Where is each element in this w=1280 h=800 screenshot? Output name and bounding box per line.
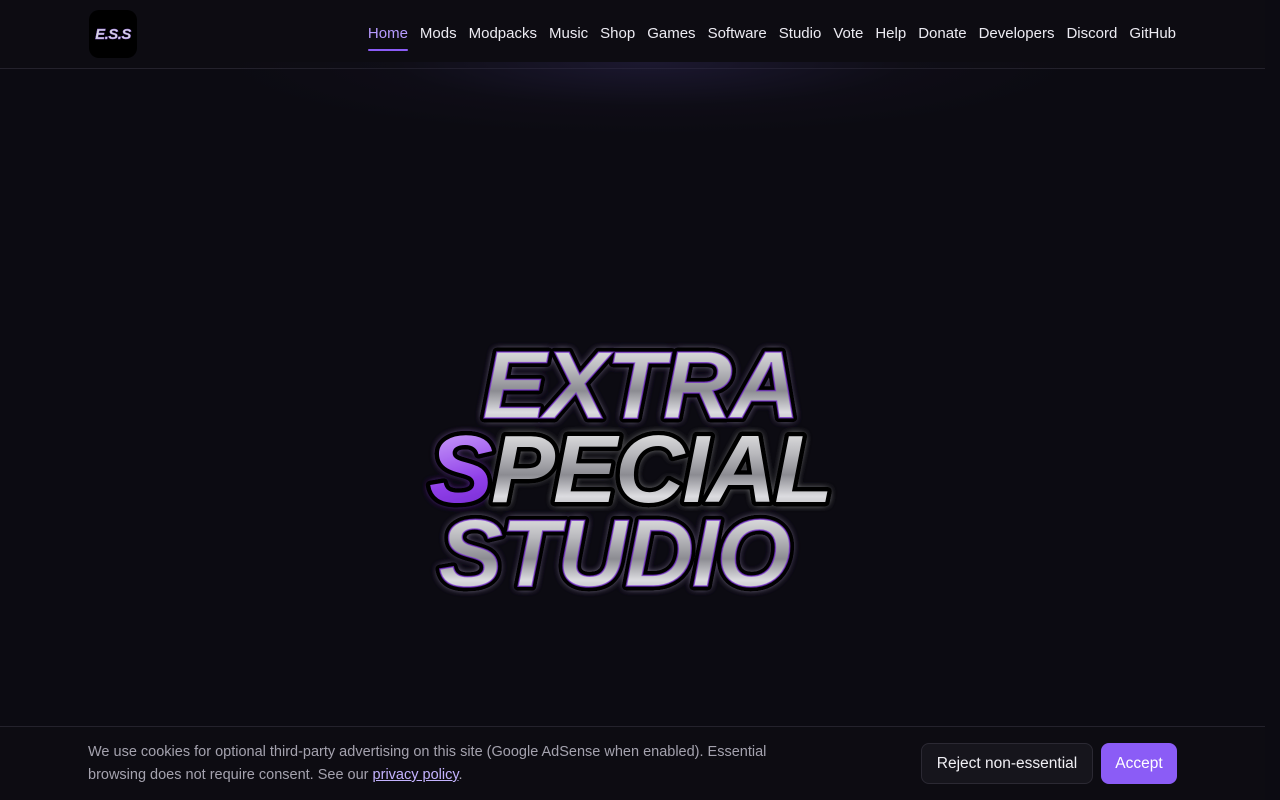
- cookie-banner-text: We use cookies for optional third-party …: [88, 741, 788, 787]
- site-header: E.S.S Home Mods Modpacks Music Shop Game…: [0, 0, 1265, 69]
- hero-line-3-outline: STUDIO: [439, 500, 791, 600]
- nav-item-help[interactable]: Help: [875, 20, 906, 48]
- main-nav: Home Mods Modpacks Music Shop Games Soft…: [367, 0, 1176, 68]
- nav-item-studio[interactable]: Studio: [779, 20, 822, 48]
- cookie-banner: We use cookies for optional third-party …: [0, 726, 1265, 800]
- hero-logo-graphic: EXTRA EXTRA SPECIAL STUDIO STUDIO: [424, 330, 837, 600]
- nav-item-software[interactable]: Software: [708, 20, 767, 48]
- nav-item-shop[interactable]: Shop: [600, 20, 635, 48]
- nav-item-home[interactable]: Home: [367, 20, 408, 51]
- nav-item-modpacks[interactable]: Modpacks: [469, 20, 537, 48]
- nav-item-mods[interactable]: Mods: [420, 20, 457, 48]
- cookie-banner-period: .: [458, 767, 463, 783]
- hero-logo: EXTRA EXTRA SPECIAL STUDIO STUDIO: [300, 330, 965, 600]
- nav-item-developers[interactable]: Developers: [979, 20, 1055, 48]
- reject-non-essential-button[interactable]: Reject non-essential: [921, 743, 1093, 784]
- header-glow: [240, 62, 1060, 132]
- site-logo-text: E.S.S: [95, 25, 132, 43]
- page: E.S.S Home Mods Modpacks Music Shop Game…: [0, 0, 1280, 800]
- nav-item-discord[interactable]: Discord: [1066, 20, 1117, 48]
- nav-item-music[interactable]: Music: [549, 20, 588, 48]
- privacy-policy-link[interactable]: privacy policy: [373, 767, 459, 783]
- nav-item-vote[interactable]: Vote: [833, 20, 863, 48]
- nav-item-games[interactable]: Games: [647, 20, 695, 48]
- accept-cookies-button[interactable]: Accept: [1101, 743, 1177, 784]
- page-scrollbar[interactable]: [1265, 0, 1280, 800]
- site-logo-link[interactable]: E.S.S: [89, 10, 137, 58]
- nav-item-github[interactable]: GitHub: [1129, 20, 1176, 48]
- nav-item-donate[interactable]: Donate: [918, 20, 966, 48]
